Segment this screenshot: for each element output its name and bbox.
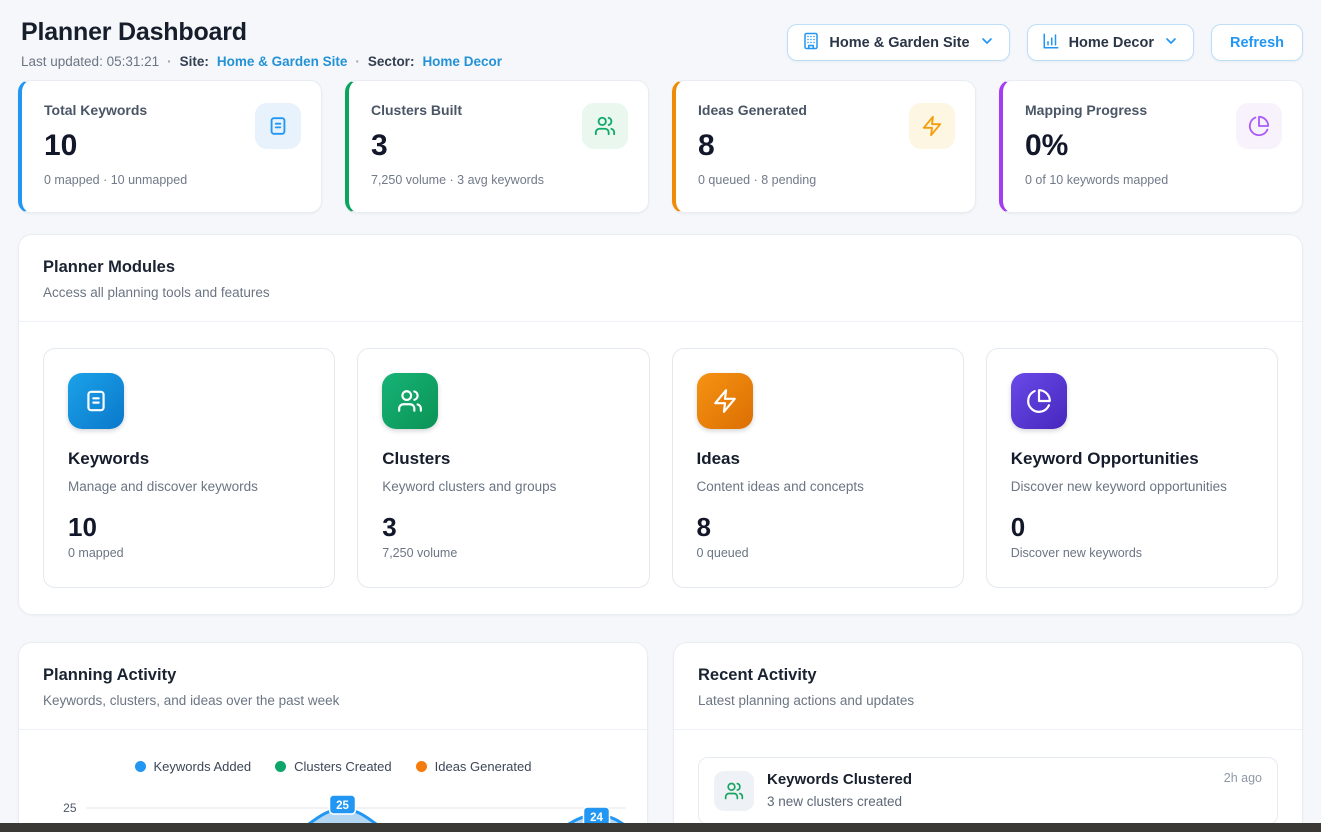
stat-subtext: 0 mapped · 10 unmapped	[44, 173, 301, 187]
users-icon	[382, 373, 438, 429]
meta-separator: ·	[167, 53, 172, 70]
legend-item-keywords-added: Keywords Added	[135, 759, 252, 774]
pie-chart-icon	[1236, 103, 1282, 149]
activity-item-keywords-clustered[interactable]: Keywords Clustered 2h ago 3 new clusters…	[698, 757, 1278, 825]
module-card-keyword-opportunities[interactable]: Keyword Opportunities Discover new keywo…	[986, 348, 1278, 588]
svg-text:25: 25	[336, 800, 349, 812]
stat-card-total-keywords: Total Keywords 10 0 mapped · 10 unmapped	[18, 80, 322, 213]
bottom-edge-strip	[0, 823, 1321, 832]
sector-label: Sector:	[368, 53, 415, 70]
sector-dropdown-label: Home Decor	[1069, 35, 1154, 51]
module-description: Discover new keyword opportunities	[1011, 479, 1253, 494]
modules-grid: Keywords Manage and discover keywords 10…	[43, 348, 1278, 588]
header-controls: Home & Garden Site Home Decor Refresh	[787, 24, 1303, 61]
site-link[interactable]: Home & Garden Site	[217, 53, 348, 70]
stat-card-clusters-built: Clusters Built 3 7,250 volume · 3 avg ke…	[345, 80, 649, 213]
module-title: Keyword Opportunities	[1011, 449, 1253, 469]
module-description: Keyword clusters and groups	[382, 479, 624, 494]
users-icon	[582, 103, 628, 149]
refresh-button-label: Refresh	[1230, 35, 1284, 51]
site-dropdown[interactable]: Home & Garden Site	[787, 24, 1009, 61]
activity-item-description: 3 new clusters created	[767, 794, 1262, 809]
activity-item-content: Keywords Clustered 2h ago 3 new clusters…	[767, 771, 1262, 811]
modules-panel-title: Planner Modules	[43, 258, 1278, 277]
chart-legend: Keywords Added Clusters Created Ideas Ge…	[19, 759, 647, 774]
activity-item-head: Keywords Clustered 2h ago	[767, 771, 1262, 788]
module-title: Ideas	[697, 449, 939, 469]
module-card-keywords[interactable]: Keywords Manage and discover keywords 10…	[43, 348, 335, 588]
module-description: Content ideas and concepts	[697, 479, 939, 494]
module-card-ideas[interactable]: Ideas Content ideas and concepts 8 0 que…	[672, 348, 964, 588]
stats-row: Total Keywords 10 0 mapped · 10 unmapped…	[18, 80, 1303, 213]
document-icon	[255, 103, 301, 149]
pie-chart-icon	[1011, 373, 1067, 429]
bottom-row: Planning Activity Keywords, clusters, an…	[18, 642, 1303, 832]
activity-feed: Keywords Clustered 2h ago 3 new clusters…	[674, 730, 1302, 825]
legend-label: Ideas Generated	[435, 759, 532, 774]
page-title: Planner Dashboard	[21, 18, 502, 46]
recent-activity-panel: Recent Activity Latest planning actions …	[673, 642, 1303, 832]
module-card-clusters[interactable]: Clusters Keyword clusters and groups 3 7…	[357, 348, 649, 588]
bar-chart-icon	[1042, 32, 1060, 54]
modules-panel-subtitle: Access all planning tools and features	[43, 285, 1278, 300]
breadcrumb-meta: Last updated: 05:31:21 · Site: Home & Ga…	[21, 53, 502, 70]
legend-item-clusters-created: Clusters Created	[275, 759, 392, 774]
zap-icon	[909, 103, 955, 149]
module-subtext: 7,250 volume	[382, 546, 624, 560]
planner-modules-panel: Planner Modules Access all planning tool…	[18, 234, 1303, 615]
planner-dashboard-page: Planner Dashboard Last updated: 05:31:21…	[0, 0, 1321, 832]
data-point-label-25: 25	[330, 795, 356, 814]
sector-dropdown[interactable]: Home Decor	[1027, 24, 1194, 61]
planning-activity-title: Planning Activity	[43, 666, 623, 685]
chevron-down-icon	[1163, 33, 1179, 53]
legend-label: Clusters Created	[294, 759, 392, 774]
activity-item-title: Keywords Clustered	[767, 771, 912, 788]
stat-subtext: 7,250 volume · 3 avg keywords	[371, 173, 628, 187]
users-icon	[714, 771, 754, 811]
legend-dot-green	[275, 761, 286, 772]
legend-dot-orange	[416, 761, 427, 772]
chart-area: 25 25 24	[19, 774, 647, 830]
planning-activity-panel: Planning Activity Keywords, clusters, an…	[18, 642, 648, 832]
modules-body: Keywords Manage and discover keywords 10…	[19, 322, 1302, 614]
module-description: Manage and discover keywords	[68, 479, 310, 494]
stat-card-ideas-generated: Ideas Generated 8 0 queued · 8 pending	[672, 80, 976, 213]
site-dropdown-label: Home & Garden Site	[829, 35, 969, 51]
sector-link[interactable]: Home Decor	[422, 53, 502, 70]
modules-panel-header: Planner Modules Access all planning tool…	[19, 235, 1302, 322]
module-title: Clusters	[382, 449, 624, 469]
stat-subtext: 0 queued · 8 pending	[698, 173, 955, 187]
legend-dot-blue	[135, 761, 146, 772]
planning-activity-subtitle: Keywords, clusters, and ideas over the p…	[43, 693, 623, 708]
building-icon	[802, 32, 820, 54]
zap-icon	[697, 373, 753, 429]
document-icon	[68, 373, 124, 429]
site-label: Site:	[180, 53, 209, 70]
planning-activity-header: Planning Activity Keywords, clusters, an…	[19, 643, 647, 730]
legend-label: Keywords Added	[154, 759, 252, 774]
header-left: Planner Dashboard Last updated: 05:31:21…	[21, 18, 502, 70]
module-value: 3	[382, 512, 624, 542]
last-updated-text: Last updated: 05:31:21	[21, 53, 159, 70]
module-subtext: Discover new keywords	[1011, 546, 1253, 560]
stat-subtext: 0 of 10 keywords mapped	[1025, 173, 1282, 187]
meta-separator: ·	[355, 53, 360, 70]
recent-activity-subtitle: Latest planning actions and updates	[698, 693, 1278, 708]
stat-card-mapping-progress: Mapping Progress 0% 0 of 10 keywords map…	[999, 80, 1303, 213]
recent-activity-title: Recent Activity	[698, 666, 1278, 685]
recent-activity-header: Recent Activity Latest planning actions …	[674, 643, 1302, 730]
activity-item-time: 2h ago	[1224, 771, 1262, 785]
chevron-down-icon	[979, 33, 995, 53]
module-subtext: 0 mapped	[68, 546, 310, 560]
page-header: Planner Dashboard Last updated: 05:31:21…	[0, 0, 1321, 70]
module-subtext: 0 queued	[697, 546, 939, 560]
module-value: 10	[68, 512, 310, 542]
legend-item-ideas-generated: Ideas Generated	[416, 759, 532, 774]
module-value: 0	[1011, 512, 1253, 542]
module-title: Keywords	[68, 449, 310, 469]
module-value: 8	[697, 512, 939, 542]
y-axis-tick: 25	[63, 801, 77, 815]
refresh-button[interactable]: Refresh	[1211, 24, 1303, 61]
